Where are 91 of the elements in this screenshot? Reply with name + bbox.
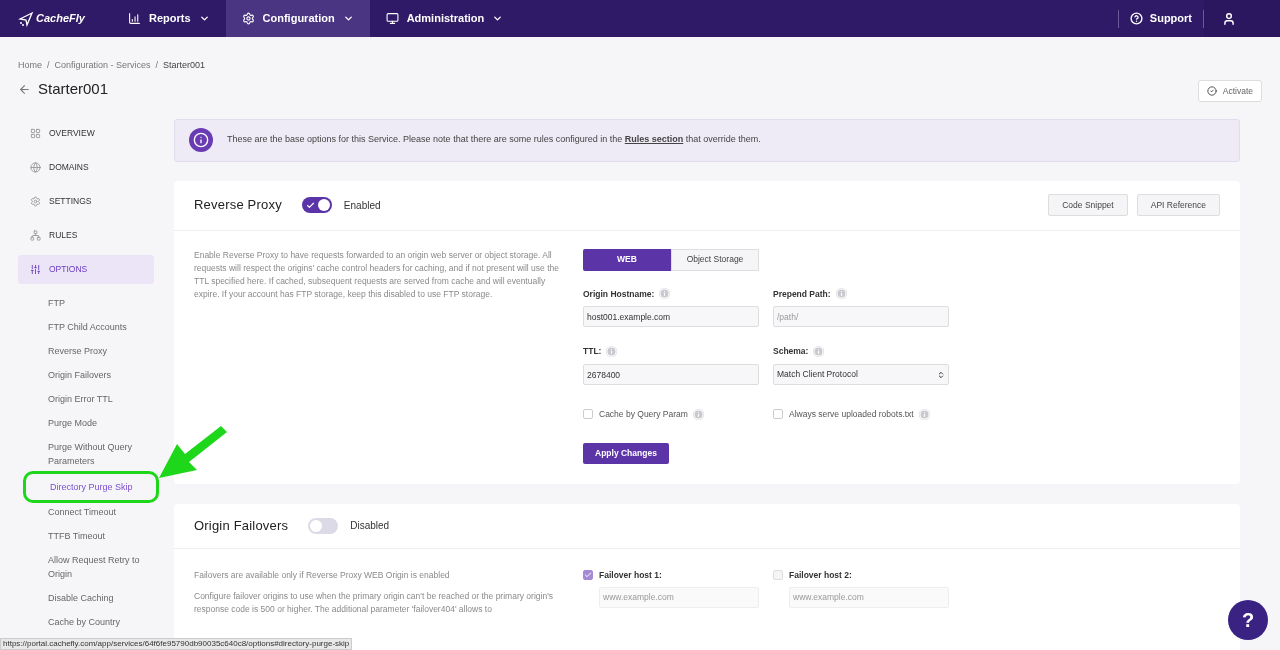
sidebar-section[interactable]: OVERVIEW xyxy=(18,118,154,148)
globe-icon xyxy=(30,161,41,173)
field-label: Failover host 1: xyxy=(599,568,662,582)
breadcrumb-current: Starter001 xyxy=(163,59,206,72)
user-menu-button[interactable] xyxy=(1204,0,1280,37)
rules-section-link[interactable]: Rules section xyxy=(624,134,684,145)
info-icon xyxy=(918,408,930,420)
apply-changes-button[interactable]: Apply Changes xyxy=(583,442,669,464)
monitor-icon xyxy=(385,12,399,25)
breadcrumb-separator: / xyxy=(155,59,159,72)
checkbox[interactable] xyxy=(773,409,783,420)
logo-icon xyxy=(18,10,34,27)
caret-icon xyxy=(198,13,210,24)
info-icon xyxy=(189,128,213,152)
breadcrumb-link[interactable]: Home xyxy=(18,59,42,73)
toggle-switch[interactable] xyxy=(301,197,332,213)
sidebar-subitem[interactable]: FTP xyxy=(18,290,154,315)
checkbox-label: Always serve uploaded robots.txt xyxy=(789,408,914,421)
text-field[interactable]: host001.example.com xyxy=(583,306,759,328)
sidebar-subitem[interactable]: Origin Error TTL xyxy=(18,386,154,411)
checkbox-label: Cache by Query Param xyxy=(599,408,688,421)
caret-icon xyxy=(342,13,354,24)
grid-icon xyxy=(30,127,41,139)
origin-type-tab[interactable]: Object Storage xyxy=(671,248,759,271)
field-label: Prepend Path: xyxy=(773,287,831,301)
section-description: Enable Reverse Proxy to have requests forwarded to an origin web server or object storage. All requests will respect the origins' cache control headers for caching, and if not present will use the TTL specified here. If cached, subsequent requests are served from cache and will eventually expire. If your account has FTP storage, keep this disabled to use FTP storage. xyxy=(194,248,560,301)
sidebar-subitem[interactable]: Directory Purge Skip xyxy=(23,470,159,503)
help-button[interactable]: ? xyxy=(1228,600,1268,640)
caret-icon xyxy=(492,13,504,24)
text-field[interactable]: 2678400 xyxy=(583,364,759,385)
sidebar-subitem[interactable]: TTFB Timeout xyxy=(18,523,154,548)
network-icon xyxy=(30,229,41,241)
check-circle-icon xyxy=(1206,86,1217,96)
info-icon xyxy=(692,408,704,420)
bar-chart-icon xyxy=(128,12,141,25)
gear-icon xyxy=(30,195,41,207)
header-button[interactable]: Code Snippet xyxy=(1048,194,1128,216)
section-title: Origin Failovers xyxy=(194,517,289,535)
text-field[interactable]: /path/ xyxy=(773,306,949,328)
section-title: Reverse Proxy xyxy=(194,196,282,215)
sliders-icon xyxy=(30,263,41,275)
breadcrumb-link[interactable]: Configuration - Services xyxy=(54,59,151,73)
toggle-label: Enabled xyxy=(343,198,381,213)
check-icon xyxy=(305,200,315,210)
sidebar-subitem[interactable]: Purge Without Query Parameters xyxy=(18,434,154,473)
sidebar-subitem[interactable]: Reverse Proxy xyxy=(18,338,154,363)
field-label: TTL: xyxy=(583,345,602,358)
text-field[interactable]: www.example.com xyxy=(599,586,759,608)
sidebar-section[interactable]: RULES xyxy=(18,220,154,250)
gear-icon xyxy=(241,12,255,25)
sidebar-section[interactable]: OPTIONS xyxy=(18,254,154,284)
info-icon xyxy=(813,346,825,358)
field-label: Failover host 2: xyxy=(789,568,852,582)
annotation-arrow xyxy=(157,425,229,478)
info-message: These are the base options for this Service. Please note that there are some rules configured in the Rules section that override them. xyxy=(227,133,761,147)
section-description: Configure failover origins to use when the primary origin can't be reached or the primary origin's response code is 500 or higher. The additional parameter 'failover404' allows to xyxy=(194,589,554,616)
nav-menu-item[interactable]: Administration xyxy=(369,0,520,37)
page-title: Starter001 xyxy=(38,79,109,100)
sidebar-section[interactable]: SETTINGS xyxy=(18,186,154,216)
sidebar-subitem[interactable]: Disable Caching xyxy=(18,585,154,610)
back-arrow-icon[interactable] xyxy=(18,83,31,96)
origin-type-tab[interactable]: WEB xyxy=(583,248,671,271)
user-icon xyxy=(1222,11,1236,26)
sidebar-subitem[interactable]: FTP Child Accounts xyxy=(18,314,154,339)
support-button[interactable]: Support xyxy=(1118,10,1203,27)
sidebar-subitem[interactable]: Origin Failovers xyxy=(18,362,154,387)
sidebar-subitem[interactable]: Purge Mode xyxy=(18,410,154,435)
header-button[interactable]: API Reference xyxy=(1136,194,1220,216)
schema-select[interactable]: Match Client Protocol xyxy=(773,364,949,385)
nav-menu-item[interactable]: Reports xyxy=(112,0,226,37)
checkbox[interactable] xyxy=(583,409,593,420)
failover-note: Failovers are available only if Reverse Proxy WEB Origin is enabled xyxy=(194,568,451,582)
sidebar-subitem[interactable]: Cache by Country xyxy=(18,609,154,634)
help-icon xyxy=(1129,12,1143,25)
nav-menu-item[interactable]: Configuration xyxy=(225,0,370,37)
logo-text: CacheFly xyxy=(36,11,85,27)
info-icon xyxy=(835,288,847,300)
select-arrows-icon xyxy=(937,370,945,379)
info-icon xyxy=(606,346,618,358)
sidebar-section[interactable]: DOMAINS xyxy=(18,152,154,182)
status-bar-url: https://portal.cachefly.com/app/services/64f6fe95790db90035c640c8/options#directory-purge-skip xyxy=(0,638,353,650)
activate-button[interactable]: Activate xyxy=(1197,80,1262,102)
checkbox[interactable] xyxy=(583,570,593,581)
info-icon xyxy=(659,288,671,300)
toggle-switch[interactable] xyxy=(308,517,339,534)
sidebar-subitem[interactable]: Allow Request Retry to Origin xyxy=(18,547,154,586)
text-field[interactable]: www.example.com xyxy=(789,586,949,608)
toggle-label: Disabled xyxy=(350,519,390,534)
field-label: Schema: xyxy=(773,345,809,358)
breadcrumb-separator: / xyxy=(47,59,50,72)
field-label: Origin Hostname: xyxy=(583,287,655,301)
